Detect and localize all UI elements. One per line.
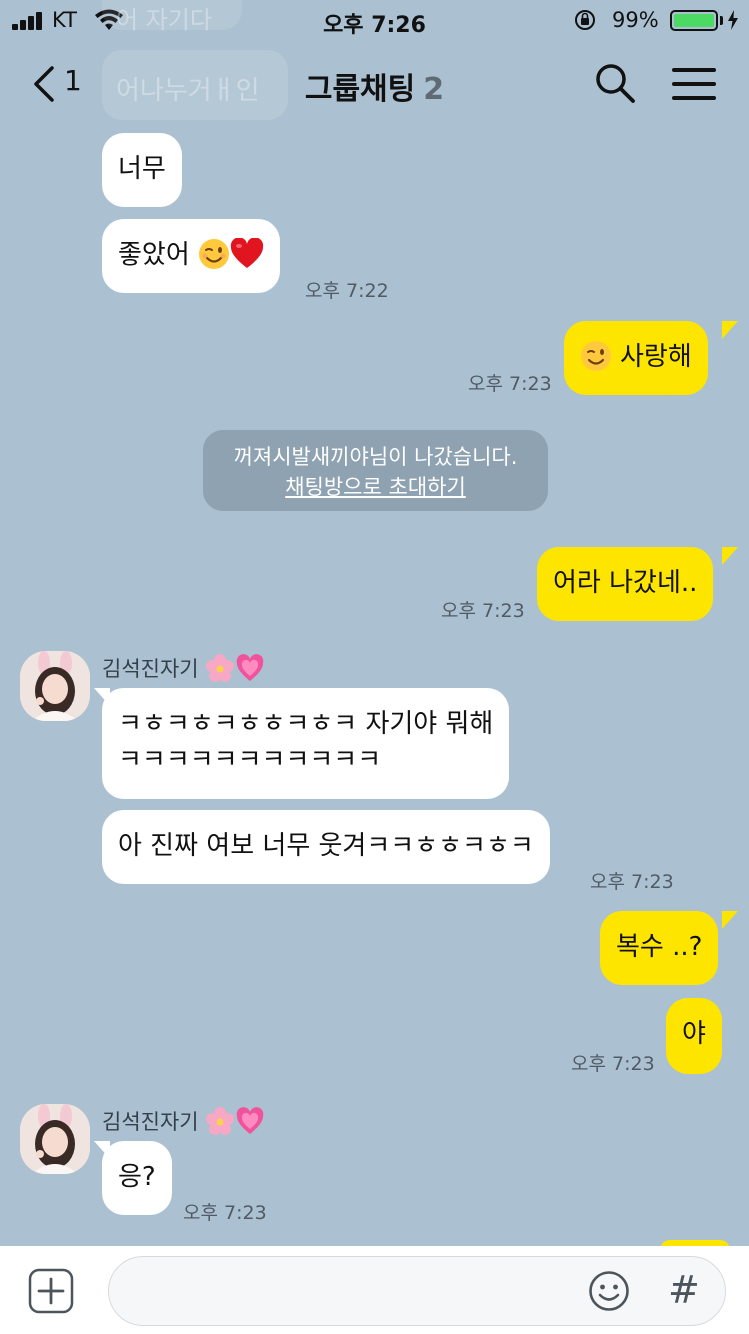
sender-name-text: 김석진자기 [102,657,199,681]
wink-emoji-icon [581,341,611,371]
heart-emoji-icon [230,238,264,268]
message-time: 오후 7:22 [305,280,389,302]
profile-photo [20,1104,90,1174]
message-bubble: 사랑해 [564,321,708,395]
search-icon[interactable] [594,62,636,104]
sparkling-heart-icon [236,654,264,681]
sender-name-text: 김석진자기 [102,1110,199,1134]
message-time: 오후 7:23 [468,373,552,395]
orientation-lock-icon [575,10,595,30]
battery-cap [720,16,723,25]
charging-bolt-icon [728,10,738,30]
message-text: 어라 나갔네.. [553,568,698,598]
member-count: 2 [423,72,445,107]
message-text: 좋았어 [118,240,190,270]
message-text: 너무 [118,154,166,184]
message-time: 오후 7:23 [441,600,525,622]
message-bubble: 어라 나갔네.. [537,547,714,621]
message-text: ㅋㅋㅋㅋㅋㅋㅋㅋㅋㅋㅋ [118,745,382,775]
invite-link[interactable]: 채팅방으로 초대하기 [203,472,548,502]
cherry-blossom-icon [206,654,235,682]
sender-name: 김석진자기 [102,653,265,683]
avatar[interactable] [20,1104,90,1174]
message-text: 아 진짜 여보 너무 웃겨ㅋㅋㅎㅎㅋㅎㅋ [118,831,534,861]
sender-name: 김석진자기 [102,1106,265,1136]
message-time: 오후 7:23 [183,1202,267,1224]
message-text: 야 [682,1019,706,1049]
message-bubble: 아 진짜 여보 너무 웃겨ㅋㅋㅎㅎㅋㅎㅋ [102,810,550,884]
message-input[interactable] [108,1256,726,1326]
message-text: 복수 ..? [616,932,703,962]
smile-icon[interactable] [588,1270,630,1312]
bubble-tail [722,911,738,929]
sparkling-heart-icon [236,1107,264,1134]
message-bubble: 야 [666,998,722,1074]
battery-icon [670,10,718,31]
chat-title: 그룹채팅 2 [0,64,749,108]
system-notice: 꺼져시발새끼야님이 나갔습니다. 채팅방으로 초대하기 [203,430,548,511]
battery-percent: 99% [612,8,659,32]
battery-fill [674,14,714,27]
message-time: 오후 7:23 [571,1053,655,1075]
message-bubble: 좋았어 [102,219,281,293]
message-bubble: 응? [102,1141,172,1215]
wink-emoji-icon [199,239,230,269]
message-time: 오후 7:23 [590,871,674,893]
message-bubble: ㅋㅎㅋㅎㅋㅎㅎㅋㅎㅋ 자기야 뭐해 ㅋㅋㅋㅋㅋㅋㅋㅋㅋㅋㅋ [102,688,510,799]
menu-icon[interactable] [672,68,716,100]
hash-icon[interactable]: # [668,1268,700,1312]
chat-title-text: 그룹채팅 [304,72,416,107]
cherry-blossom-icon [206,1107,235,1135]
message-bubble: 복수 ..? [600,911,719,985]
message-text: 응? [118,1162,156,1192]
faded-bubble: 어 자기다 [102,0,242,34]
bubble-tail [722,321,738,339]
message-bubble: 너무 [102,133,182,207]
message-text: ㅋㅎㅋㅎㅋㅎㅎㅋㅎㅋ 자기야 뭐해 [118,709,494,739]
plus-icon[interactable] [28,1268,74,1314]
system-notice-text: 꺼져시발새끼야님이 나갔습니다. [233,445,518,469]
bubble-tail [722,547,738,565]
avatar[interactable] [20,651,90,721]
profile-photo [20,651,90,721]
message-text: 사랑해 [620,342,692,372]
